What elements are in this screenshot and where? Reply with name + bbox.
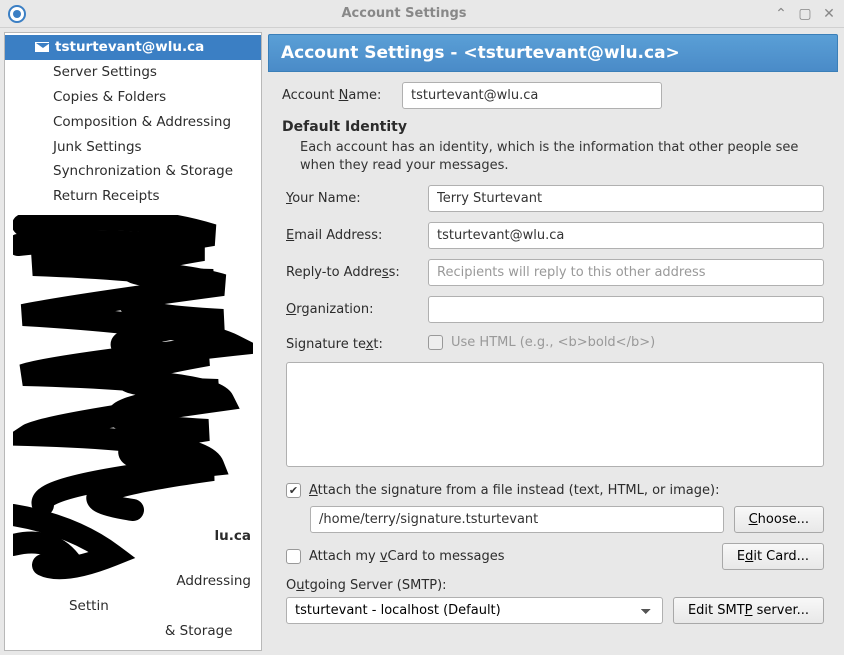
email-input[interactable]: [428, 222, 824, 249]
account-node-selected[interactable]: tsturtevant@wlu.ca: [5, 35, 261, 60]
signature-path-input[interactable]: [310, 506, 724, 533]
account-node-redacted[interactable]: lu.ca: [5, 524, 261, 549]
attach-signature-label: Attach the signature from a file instead…: [309, 483, 719, 498]
use-html-label: Use HTML (e.g., <b>bold</b>): [451, 335, 655, 350]
sidebar-item-server-settings[interactable]: Server Settings: [5, 60, 261, 85]
signature-label: Signature text:: [286, 333, 416, 352]
sidebar-item-receipts-2[interactable]: Return Receipts: [5, 644, 261, 651]
sidebar-item-receipts[interactable]: Return Receipts: [5, 184, 261, 209]
maximize-icon[interactable]: ▢: [798, 6, 812, 22]
use-html-checkbox[interactable]: [428, 335, 443, 350]
org-input[interactable]: [428, 296, 824, 323]
sidebar-item-junk-2[interactable]: xxSettin: [5, 594, 261, 619]
edit-card-button[interactable]: Edit Card...: [722, 543, 824, 570]
org-label: Organization:: [286, 302, 416, 317]
account-email-label: tsturtevant@wlu.ca: [55, 38, 204, 57]
attach-vcard-label: Attach my vCard to messages: [309, 549, 714, 564]
attach-signature-checkbox[interactable]: ✔: [286, 483, 301, 498]
account-name-label: Account Name:: [282, 88, 392, 103]
reply-input[interactable]: [428, 259, 824, 286]
window-title: Account Settings: [34, 6, 774, 21]
panel-header: Account Settings - <tsturtevant@wlu.ca>: [268, 34, 838, 72]
smtp-select[interactable]: tsturtevant - localhost (Default): [286, 597, 663, 624]
app-icon: [8, 5, 26, 23]
smtp-label: Outgoing Server (SMTP):: [286, 578, 824, 593]
titlebar: Account Settings ⌃ ▢ ✕: [0, 0, 844, 28]
your-name-label: Your Name:: [286, 191, 416, 206]
sidebar-item-junk[interactable]: Junk Settings: [5, 135, 261, 160]
default-identity-heading: Default Identity: [282, 119, 824, 135]
identity-description: Each account has an identity, which is t…: [300, 139, 824, 175]
sidebar-item-security[interactable]: Security: [5, 209, 261, 234]
signature-textarea[interactable]: [286, 362, 824, 467]
edit-smtp-button[interactable]: Edit SMTP server...: [673, 597, 824, 624]
sidebar-item-copies-folders[interactable]: Copies & Folders: [5, 85, 261, 110]
your-name-input[interactable]: [428, 185, 824, 212]
reply-label: Reply-to Address:: [286, 265, 416, 280]
sidebar-item-composition[interactable]: Composition & Addressing: [5, 110, 261, 135]
attach-vcard-checkbox[interactable]: [286, 549, 301, 564]
close-icon[interactable]: ✕: [822, 6, 836, 22]
choose-button[interactable]: Choose...: [734, 506, 824, 533]
accounts-tree[interactable]: tsturtevant@wlu.ca Server Settings Copie…: [4, 32, 262, 651]
account-name-input[interactable]: [402, 82, 662, 109]
email-label: Email Address:: [286, 228, 416, 243]
account-domain-fragment: lu.ca: [215, 527, 251, 546]
minimize-icon[interactable]: ⌃: [774, 6, 788, 22]
mail-icon: [35, 42, 49, 52]
sidebar-item-composition-2[interactable]: xxxxxxAddressing: [5, 569, 261, 594]
sidebar-item-sync[interactable]: Synchronization & Storage: [5, 159, 261, 184]
sidebar-item-sync-2[interactable]: xxxxxxxxxxxxxx& Storage: [5, 619, 261, 644]
